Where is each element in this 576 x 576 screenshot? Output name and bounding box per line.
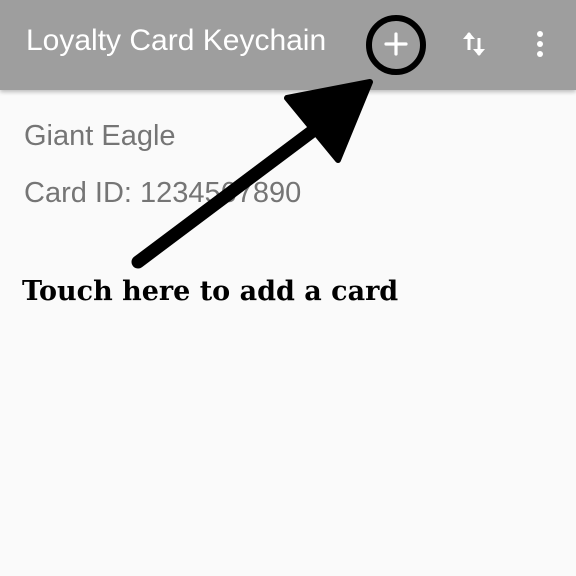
more-vert-icon: [537, 31, 543, 57]
main-screen: Loyalty Card Keychain Giant Eagle Card I…: [0, 0, 576, 576]
sort-icon: [463, 32, 485, 56]
plus-icon: [384, 32, 408, 56]
card-store-name: Giant Eagle: [24, 120, 176, 152]
instruction-text: Touch here to add a card: [22, 276, 399, 307]
add-card-button[interactable]: [366, 14, 426, 74]
sort-button[interactable]: [444, 14, 504, 74]
app-title: Loyalty Card Keychain: [26, 24, 327, 57]
card-list-item[interactable]: Giant Eagle Card ID: 1234567890: [0, 100, 576, 230]
card-id-label: Card ID: 1234567890: [24, 177, 302, 209]
overflow-menu-button[interactable]: [510, 14, 570, 74]
app-bar: Loyalty Card Keychain: [0, 0, 576, 90]
